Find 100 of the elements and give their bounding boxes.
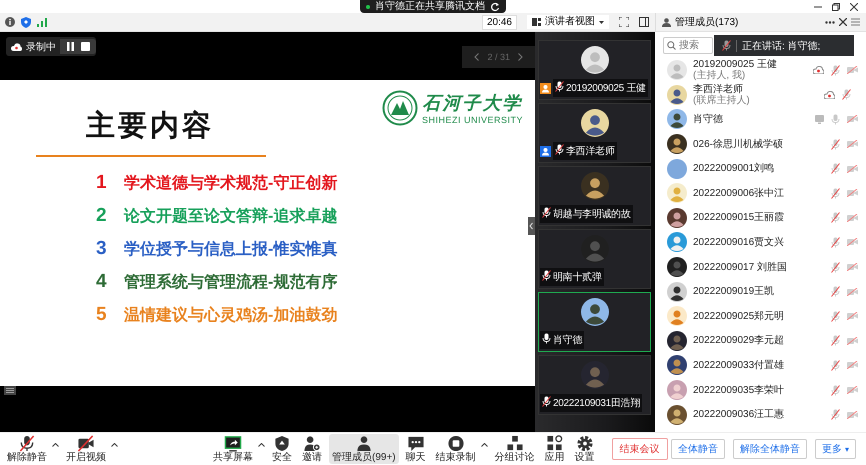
muted-mic-icon (831, 335, 840, 346)
apps-icon (544, 435, 565, 452)
muted-mic-icon (831, 163, 840, 174)
video-tile[interactable]: 20222109031田浩翔 (538, 355, 651, 415)
invite-icon (302, 435, 322, 452)
agenda-item: 学位授予与信息上报-惟实惟真 (124, 239, 338, 260)
video-tile[interactable]: 李西洋老师 (538, 103, 651, 163)
participant-row[interactable]: 20222009035李荣叶 (655, 378, 866, 402)
participant-name: 20222009015王丽霞 (693, 212, 786, 224)
muted-mic-icon (831, 138, 840, 150)
participant-row[interactable]: 20222009029李元超 (655, 328, 866, 354)
participant-name: 20222009029李元超 (693, 335, 786, 346)
toolbar-button[interactable]: 应用 (542, 434, 568, 464)
participant-name: 20222009035李荣叶 (693, 384, 786, 396)
toolbar-button[interactable]: 共享屏幕 (210, 434, 256, 464)
agenda-item: 学术道德与学术规范-守正创新 (124, 173, 338, 194)
muted-mic-icon (831, 310, 840, 322)
info-icon[interactable] (5, 17, 15, 27)
sidebar-toggle-icon[interactable] (639, 17, 649, 27)
participant-row[interactable]: 20222009016贾文兴 (655, 230, 866, 255)
participant-row[interactable]: 20222009033付置雄 (655, 353, 866, 378)
muted-mic-icon (831, 409, 840, 420)
stop-icon (446, 435, 466, 452)
university-name: 石河子大学 (422, 92, 522, 115)
toolbar-button[interactable]: 开启视频 (63, 434, 109, 464)
search-icon (667, 41, 676, 50)
toolbar-button[interactable]: 结束录制 (432, 434, 479, 464)
caret-icon[interactable] (52, 443, 59, 447)
mic-icon (542, 333, 551, 344)
video-tile[interactable]: 胡越与李明诚的故 (538, 166, 651, 226)
refresh-icon[interactable] (490, 2, 500, 12)
video-tile[interactable]: 肖守德 (538, 292, 651, 352)
previous-icon[interactable] (474, 53, 480, 61)
participant-name: 20222009016贾文兴 (693, 236, 786, 248)
video-off-icon (76, 435, 96, 452)
menu-icon[interactable] (851, 18, 860, 26)
muted-mic-icon (842, 89, 851, 100)
cloud-icon (11, 42, 22, 50)
next-icon[interactable] (518, 53, 523, 61)
recording-label: 录制中 (26, 40, 56, 54)
toolbar-button[interactable]: 聊天 (402, 434, 429, 464)
participant-name-label: 胡越与李明诚的故 (540, 205, 633, 223)
participant-row[interactable]: 20222009001刘鸣 (655, 156, 866, 181)
participant-row[interactable]: 20222009036汪工惠 (655, 402, 866, 427)
participant-name-label: 20192009025 王健 (553, 79, 648, 97)
list-icon[interactable] (4, 386, 16, 395)
participant-row[interactable]: 026-徐思川机械学硕 (655, 132, 866, 156)
video-tile[interactable]: 20192009025 王健 (538, 40, 651, 100)
member-action-button[interactable]: 更多 ▾ (815, 439, 856, 459)
participant-role: (联席主持人) (693, 94, 751, 106)
participant-row[interactable]: 20222009025郑元明 (655, 304, 866, 329)
fullscreen-icon[interactable] (619, 17, 629, 27)
restore-icon[interactable] (832, 3, 840, 11)
pause-icon[interactable] (66, 42, 75, 51)
slide-title: 主要内容 (86, 108, 214, 144)
close-icon[interactable] (850, 3, 858, 11)
collapse-handle[interactable] (528, 217, 535, 235)
participant-row[interactable]: 李西洋老师 (联席主持人) (655, 82, 866, 108)
meeting-timer: 20:46 (482, 14, 517, 30)
agenda-item: 管理系统与管理流程-规范有序 (124, 272, 338, 292)
signal-icon[interactable] (37, 18, 47, 26)
more-icon[interactable] (825, 20, 835, 24)
end-meeting-button[interactable]: 结束会议 (612, 438, 668, 460)
search-field[interactable]: 搜索 (663, 37, 713, 54)
caret-icon[interactable] (111, 443, 118, 447)
agenda-item: 温情建议与心灵鸡汤-加油鼓劲 (124, 305, 338, 326)
participant-name: 肖守德 (693, 114, 724, 125)
muted-mic-icon (831, 286, 840, 298)
participant-row[interactable]: 20192009025 王健 (主持人, 我) (655, 58, 866, 83)
muted-mic-icon (542, 396, 551, 407)
caret-icon[interactable] (258, 443, 265, 447)
participant-row[interactable]: 20222009019王凯 (655, 279, 866, 304)
toolbar-button[interactable]: 邀请 (299, 434, 325, 464)
toolbar-button[interactable]: 分组讨论 (492, 434, 538, 464)
participant-name: 20222009036汪工惠 (693, 409, 786, 420)
toolbar-button[interactable]: 解除静音 (4, 434, 50, 464)
share-status-text: 肖守德正在共享腾讯文档 (375, 0, 485, 12)
participant-row[interactable]: 20222009006张中江 (655, 180, 866, 206)
participant-row[interactable]: 20222009017 刘胜国 (655, 254, 866, 280)
shield-icon[interactable] (21, 16, 31, 28)
participant-row[interactable]: 肖守德 (655, 107, 866, 132)
item-number: 1 (96, 172, 108, 194)
caret-icon[interactable] (480, 443, 488, 447)
toolbar-button[interactable]: 设置 (572, 434, 598, 464)
toolbar-button[interactable]: 安全 (269, 434, 295, 464)
participant-name: 20192009025 王健 (693, 59, 778, 70)
muted-mic-icon (831, 188, 840, 199)
member-action-button[interactable]: 全体静音 (671, 439, 725, 459)
video-tile[interactable]: 明南十贰弹 (538, 229, 651, 289)
share-icon (223, 435, 243, 452)
participant-name-label: 明南十贰弹 (540, 268, 604, 286)
view-dropdown[interactable]: 演讲者视图 (527, 15, 609, 29)
speaking-status: 正在讲话: 肖守德; (742, 40, 820, 52)
member-action-button[interactable]: 解除全体静音 (733, 439, 807, 459)
muted-mic-icon (722, 40, 731, 51)
toolbar-button[interactable]: 管理成员(99+) (329, 434, 399, 464)
close-icon[interactable] (839, 18, 847, 26)
participant-row[interactable]: 20222009015王丽霞 (655, 206, 866, 230)
item-number: 5 (96, 304, 108, 326)
muted-mic-icon (555, 144, 564, 155)
